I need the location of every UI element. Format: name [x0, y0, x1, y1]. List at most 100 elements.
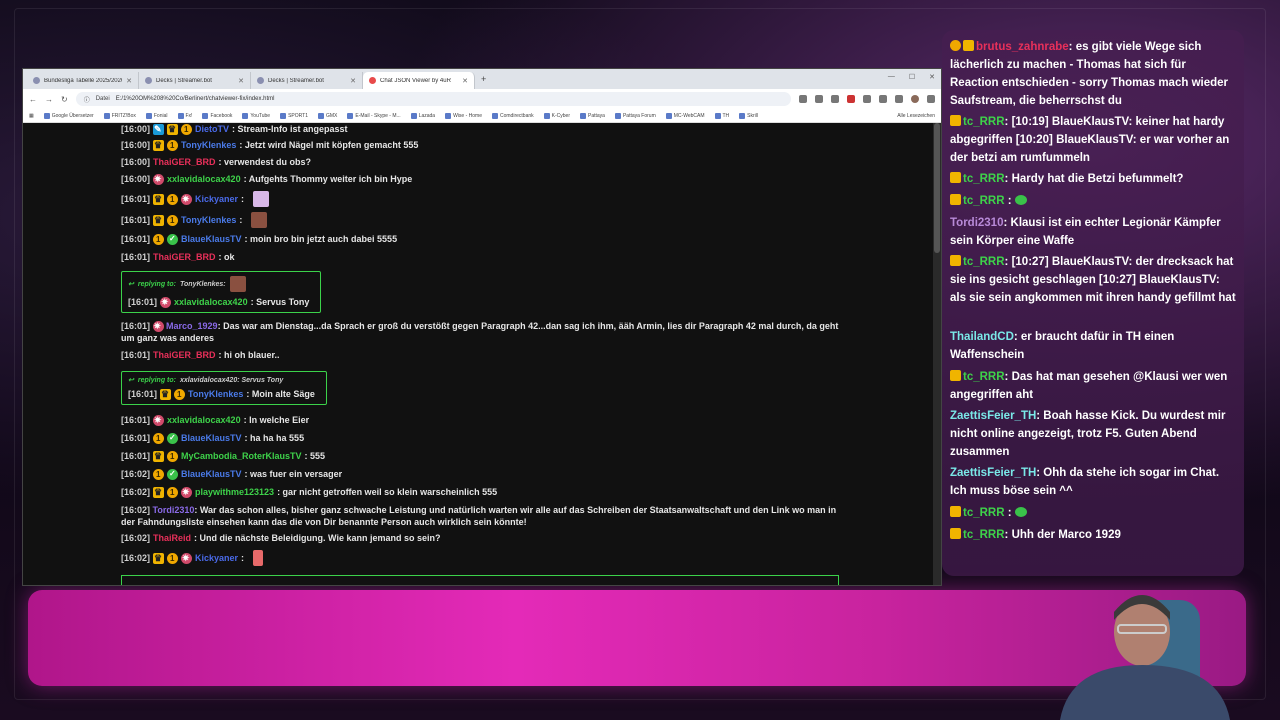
username: ThailandCD	[950, 331, 1014, 343]
username[interactable]: TonyKlenkes	[188, 388, 243, 400]
bookmark-item[interactable]: SPORT1	[280, 112, 308, 119]
bookmark-item[interactable]: Wise - Home	[445, 112, 482, 119]
bookmark-item[interactable]: Pattaya	[579, 112, 605, 119]
extension-icon[interactable]	[895, 95, 903, 103]
star-badge-icon	[181, 552, 193, 564]
username[interactable]: ThaiGER_BRD	[153, 156, 216, 168]
zoom-icon[interactable]	[799, 95, 807, 103]
bookmark-icon	[579, 112, 586, 119]
bookmark-item[interactable]: MC-WebCAM	[665, 112, 705, 119]
tab-decks-1[interactable]: Decks | Streamer.bot ✕	[139, 72, 251, 89]
bookmark-item[interactable]: Google Übersetzer	[43, 112, 94, 119]
username[interactable]: DietoTV	[195, 123, 229, 135]
username[interactable]: TonyKlenkes	[181, 139, 236, 151]
extension-icon[interactable]	[831, 95, 839, 103]
reply-arrow-icon: ↩	[128, 281, 134, 288]
message-text: : Aufgehts Thommy weiter ich bin Hype	[243, 174, 413, 184]
tab-chat-json-viewer[interactable]: Chat JSON Viewer by 4uR ✕	[363, 72, 475, 89]
minimize-icon[interactable]: —	[888, 73, 895, 81]
maximize-icon[interactable]: ☐	[909, 73, 915, 81]
message-text: : was fuer ein versager	[244, 469, 343, 479]
username[interactable]: ThaiGER_BRD	[153, 251, 216, 263]
timestamp: [16:01]	[121, 451, 151, 461]
bookmarks-bar: ▦ Google Übersetzer FRITZ!Box Fonial Fx!…	[23, 109, 941, 123]
apps-icon[interactable]: ▦	[29, 113, 34, 119]
username[interactable]: BlaueKlausTV	[181, 233, 242, 245]
bookmark-item[interactable]: Fonial	[145, 112, 168, 119]
overlay-message: ZaettisFeier_TH: Boah hasse Kick. Du wur…	[950, 407, 1236, 461]
bookmark-item[interactable]: GMX	[318, 112, 337, 119]
tab-bar: Bundesliga Tabelle 2025/2026 ✕ Decks | St…	[23, 69, 941, 89]
username: Tordi2310	[950, 217, 1004, 229]
tab-bundesliga[interactable]: Bundesliga Tabelle 2025/2026 ✕	[27, 72, 139, 89]
bookmark-item[interactable]: Facebook	[202, 112, 232, 119]
bookmark-star-icon[interactable]	[815, 95, 823, 103]
username[interactable]: Kickyaner	[195, 552, 238, 564]
username[interactable]: xxlavidalocax420	[174, 296, 248, 308]
username[interactable]: Kickyaner	[195, 193, 238, 205]
url-field[interactable]: ⓘ Datei E:/1%20OM%208%20Co/Berlinert/cha…	[75, 92, 791, 106]
forward-icon[interactable]: →	[45, 95, 53, 104]
scrollbar-thumb[interactable]	[934, 123, 940, 253]
username[interactable]: TonyKlenkes	[181, 214, 236, 226]
message-text: : Uhh der Marco 1929	[1004, 529, 1121, 541]
scrollbar[interactable]	[933, 123, 941, 585]
bookmark-item[interactable]: Skrill	[739, 112, 758, 119]
new-tab-button[interactable]: +	[475, 74, 492, 84]
message-text: : gar nicht getroffen weil so klein wars…	[277, 487, 498, 497]
username[interactable]: MyCambodia_RoterKlausTV	[181, 450, 302, 462]
username[interactable]: xxlavidalocax420	[167, 414, 241, 426]
close-icon[interactable]: ✕	[126, 77, 132, 85]
username[interactable]: playwithme123123	[195, 486, 274, 498]
chat-message: [16:01] ThaiGER_BRD: ok	[121, 251, 235, 263]
bookmark-icon	[614, 112, 621, 119]
message-text: : Servus Tony	[250, 297, 310, 307]
username[interactable]: BlaueKlausTV	[181, 468, 242, 480]
username[interactable]: Marco_1929	[166, 321, 218, 331]
username[interactable]: xxlavidalocax420	[167, 173, 241, 185]
bookmark-item[interactable]: Pattaya Forum	[614, 112, 656, 119]
bookmark-item[interactable]: Fx!	[177, 112, 192, 119]
star-badge-icon	[160, 296, 172, 308]
close-icon[interactable]: ✕	[462, 77, 468, 85]
favicon-icon	[257, 77, 264, 84]
bookmark-icon	[280, 112, 287, 119]
bookmark-item[interactable]: Comdirectbank	[492, 112, 534, 119]
username[interactable]: Tordi2310	[153, 505, 195, 515]
reload-icon[interactable]: ↻	[61, 95, 68, 104]
message-text: : War das schon alles, bisher ganz schwa…	[121, 505, 837, 527]
close-window-icon[interactable]: ✕	[929, 73, 935, 81]
crown-badge-icon	[950, 506, 961, 517]
favicon-icon	[33, 77, 40, 84]
overlay-message: tc_RRR: [10:19] BlaueKlausTV: keiner hat…	[950, 113, 1236, 167]
bookmark-item[interactable]: TH	[714, 112, 729, 119]
tab-decks-2[interactable]: Decks | Streamer.bot ✕	[251, 72, 363, 89]
timestamp: [16:01]	[121, 234, 151, 244]
reply-label: replying to:	[137, 280, 176, 288]
chat-message: [16:02] Tordi2310: War das schon alles, …	[121, 504, 841, 528]
username[interactable]: ThaiReid	[153, 532, 191, 544]
close-icon[interactable]: ✕	[238, 77, 244, 85]
overlay-message: ZaettisFeier_TH: Ohh da stehe ich sogar …	[950, 464, 1236, 500]
extension-icon[interactable]	[847, 95, 855, 103]
bookmark-item[interactable]: Lazada	[410, 112, 435, 119]
bookmark-item[interactable]: FRITZ!Box	[103, 112, 136, 119]
username[interactable]: BlaueKlausTV	[181, 432, 242, 444]
bookmark-item[interactable]: K-Cyber	[543, 112, 570, 119]
menu-icon[interactable]	[927, 95, 935, 103]
close-icon[interactable]: ✕	[350, 77, 356, 85]
extension-icon[interactable]	[863, 95, 871, 103]
timestamp: [16:01]	[121, 350, 151, 360]
bookmark-item[interactable]: E-Mail - Skype - M...	[347, 112, 401, 119]
chat-message: [16:01] TonyKlenkes :	[121, 212, 268, 228]
username[interactable]: ThaiGER_BRD	[153, 349, 216, 361]
all-bookmarks[interactable]: Alle Lesezeichen	[897, 113, 935, 119]
overlay-message: Tordi2310: Klausi ist ein echter Legionä…	[950, 214, 1236, 250]
bookmark-item[interactable]: YouTube	[242, 112, 270, 119]
username: tc_RRR	[963, 116, 1005, 128]
back-icon[interactable]: ←	[29, 95, 37, 104]
coin-badge-icon	[174, 388, 186, 401]
extension-icon[interactable]	[879, 95, 887, 103]
profile-avatar-icon[interactable]	[911, 95, 919, 103]
username: tc_RRR	[963, 195, 1005, 207]
